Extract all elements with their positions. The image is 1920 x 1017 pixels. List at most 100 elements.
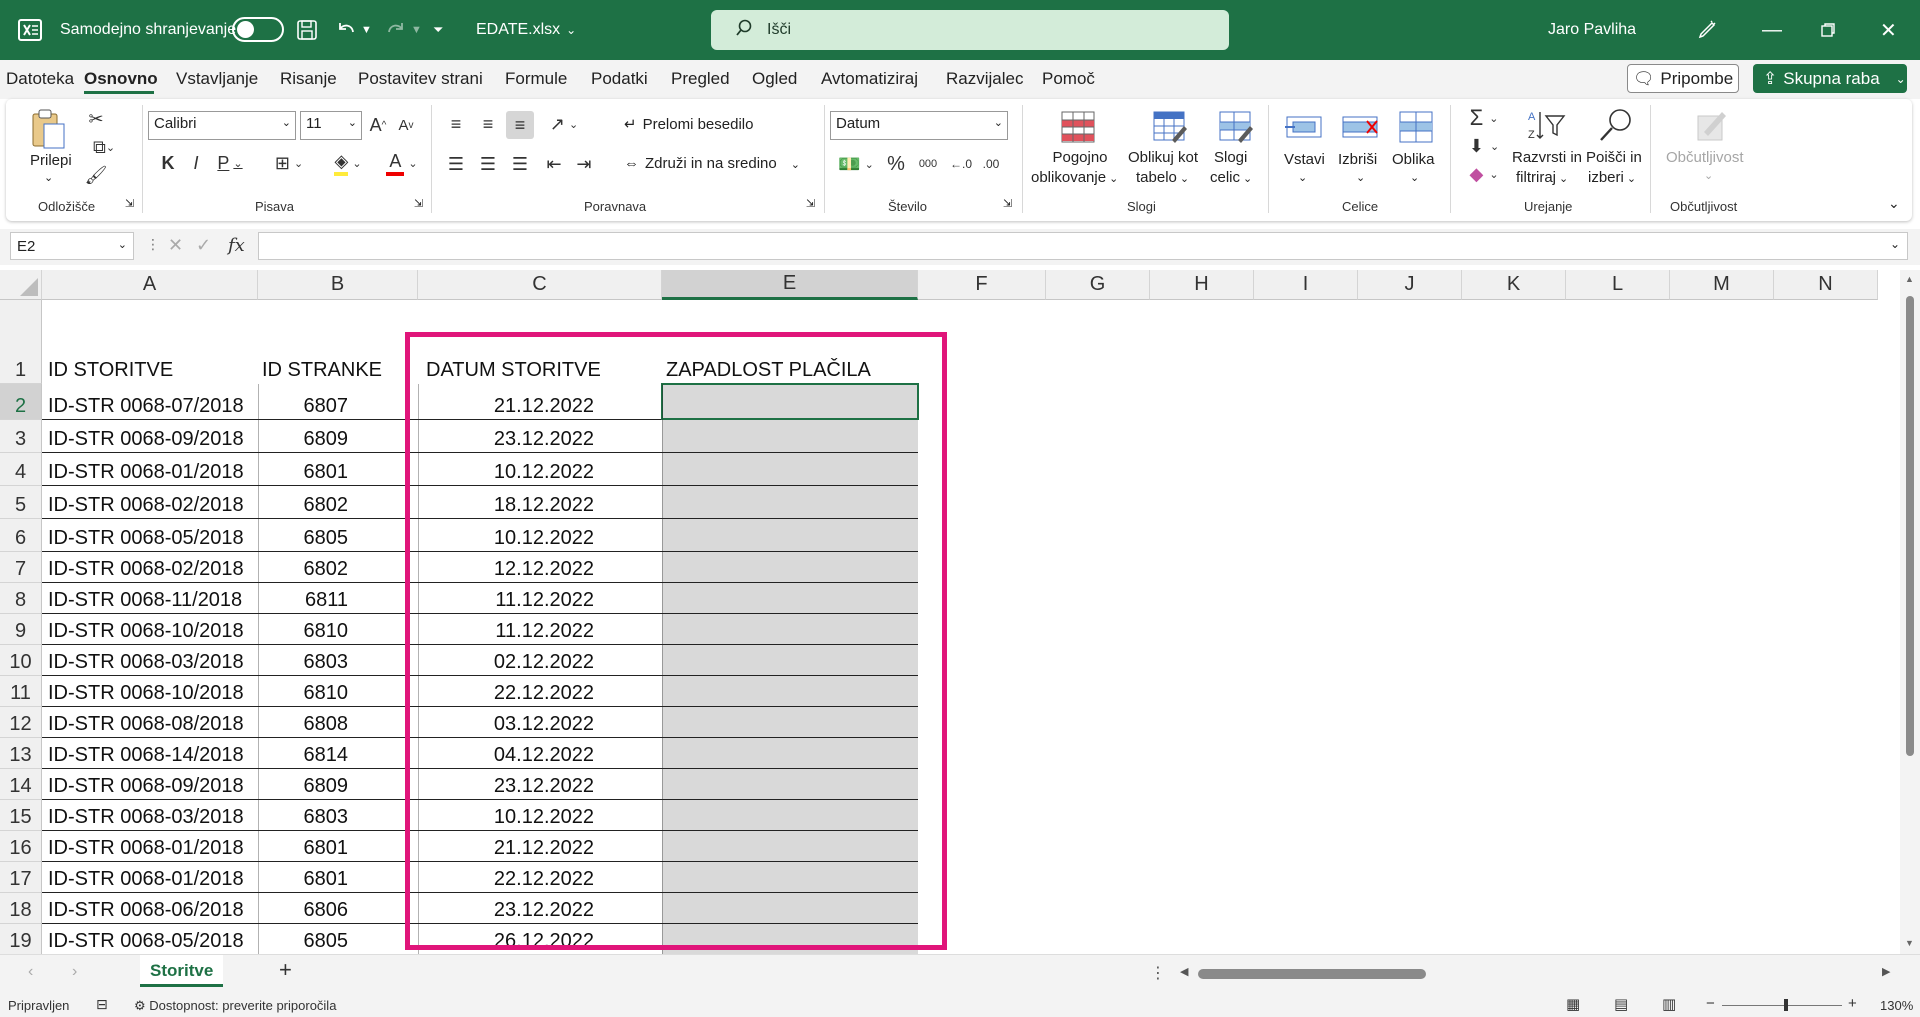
sort-line1[interactable]: Razvrsti in <box>1512 149 1582 166</box>
align-top-icon[interactable]: ≡ <box>444 111 468 137</box>
header-cell-c[interactable]: DATUM STORITVE <box>426 300 662 384</box>
page-break-view-icon[interactable]: ▥ <box>1662 995 1676 1013</box>
cell-zapadlost-placila[interactable] <box>662 453 918 485</box>
cell-id-storitve[interactable]: ID-STR 0068-05/2018 <box>48 519 244 552</box>
cell-zapadlost-placila[interactable] <box>662 676 918 706</box>
align-middle-icon[interactable]: ≡ <box>476 111 500 137</box>
row-header[interactable]: 17 <box>0 862 42 893</box>
designer-pen-icon[interactable] <box>1696 0 1718 60</box>
cell-id-stranke[interactable]: 6805 <box>258 519 349 552</box>
cell-datum-storitve[interactable]: 22.12.2022 <box>418 676 594 707</box>
column-header-l[interactable]: L <box>1566 270 1670 300</box>
zoom-slider-thumb[interactable] <box>1784 999 1788 1011</box>
borders-icon[interactable]: ⊞ ⌄ <box>268 149 310 177</box>
cell-id-stranke[interactable]: 6802 <box>258 486 349 519</box>
find-select-button[interactable]: izberi ⌄ <box>1588 169 1636 186</box>
align-left-icon[interactable]: ☰ <box>444 151 468 177</box>
sort-filter-button[interactable]: filtriraj ⌄ <box>1516 169 1568 186</box>
cell-zapadlost-placila[interactable] <box>662 924 918 954</box>
decrease-decimal-icon[interactable]: .00 <box>978 151 1004 177</box>
paste-label[interactable]: Prilepi <box>30 152 72 169</box>
sheet-tab-storitve[interactable]: Storitve <box>140 955 224 987</box>
cell-zapadlost-placila[interactable] <box>662 420 918 452</box>
cell-zapadlost-placila[interactable] <box>662 552 918 582</box>
cancel-icon[interactable]: ✕ <box>168 235 183 256</box>
column-header-c[interactable]: C <box>418 270 662 300</box>
conditional-formatting-icon[interactable] <box>1058 109 1098 145</box>
cell-id-storitve[interactable]: ID-STR 0068-01/2018 <box>48 831 244 862</box>
autosave-toggle[interactable] <box>232 17 284 42</box>
row-header[interactable]: 2 <box>0 384 42 420</box>
header-cell-e[interactable]: ZAPADLOST PLAČILA <box>666 300 918 384</box>
paste-icon[interactable] <box>28 107 68 151</box>
cell-datum-storitve[interactable]: 23.12.2022 <box>418 893 594 924</box>
zoom-in-icon[interactable]: + <box>1848 995 1857 1012</box>
row-header[interactable]: 4 <box>0 453 42 486</box>
user-name[interactable]: Jaro Pavliha <box>1548 0 1636 60</box>
scroll-right-icon[interactable]: ▶ <box>1882 965 1890 978</box>
vertical-scroll-thumb[interactable] <box>1906 296 1914 756</box>
cell-id-stranke[interactable]: 6803 <box>258 800 349 831</box>
tab-formule[interactable]: Formule <box>505 69 567 89</box>
cell-datum-storitve[interactable]: 26.12.2022 <box>418 924 594 954</box>
cell-datum-storitve[interactable]: 23.12.2022 <box>418 420 594 453</box>
copy-icon[interactable]: ⧉ ⌄ <box>84 135 124 159</box>
tab-datoteka[interactable]: Datoteka <box>6 69 74 89</box>
delete-label[interactable]: Izbriši <box>1338 151 1377 168</box>
tab-postavitev-strani[interactable]: Postavitev strani <box>358 69 483 89</box>
cell-id-stranke[interactable]: 6801 <box>258 831 349 862</box>
cell-zapadlost-placila[interactable] <box>662 800 918 830</box>
cond-format-line1[interactable]: Pogojno <box>1048 149 1112 166</box>
search-box[interactable]: Išči <box>711 10 1229 50</box>
row-header[interactable]: 18 <box>0 893 42 924</box>
previous-sheet-icon[interactable]: ‹ <box>28 963 33 981</box>
cell-id-stranke[interactable]: 6809 <box>258 420 349 453</box>
grow-font-icon[interactable]: A ^ <box>366 111 390 139</box>
normal-view-icon[interactable]: ▦ <box>1566 995 1580 1013</box>
customize-toolbar-icon[interactable]: ⏷ <box>433 0 443 60</box>
align-right-icon[interactable]: ☰ <box>508 151 532 177</box>
increase-indent-icon[interactable]: ⇥ <box>572 151 596 177</box>
header-cell-a[interactable]: ID STORITVE <box>48 300 258 384</box>
font-color-icon[interactable]: A ⌄ <box>378 149 426 177</box>
redo-icon[interactable]: ▼ <box>384 0 422 60</box>
cell-id-storitve[interactable]: ID-STR 0068-09/2018 <box>48 420 244 453</box>
find-line1[interactable]: Poišči in <box>1586 149 1642 166</box>
fill-color-icon[interactable]: ◈ ⌄ <box>324 149 372 177</box>
filename-menu[interactable]: EDATE.xlsx ⌄ <box>476 0 576 60</box>
cell-datum-storitve[interactable]: 03.12.2022 <box>418 707 594 738</box>
expand-formula-bar-icon[interactable]: ⌄ <box>1890 237 1900 251</box>
row-header[interactable]: 16 <box>0 831 42 862</box>
cell-zapadlost-placila[interactable] <box>662 583 918 613</box>
percent-button[interactable]: % <box>882 151 910 177</box>
column-header-a[interactable]: A <box>42 270 258 300</box>
cell-id-stranke[interactable]: 6802 <box>258 552 349 583</box>
zoom-out-icon[interactable]: − <box>1706 995 1715 1012</box>
next-sheet-icon[interactable]: › <box>72 963 77 981</box>
cell-zapadlost-placila[interactable] <box>662 738 918 768</box>
cell-id-storitve[interactable]: ID-STR 0068-14/2018 <box>48 738 244 769</box>
accessibility-status[interactable]: ⚙ Dostopnost: preverite priporočila <box>134 998 336 1014</box>
page-layout-view-icon[interactable]: ▤ <box>1614 995 1628 1013</box>
macro-record-icon[interactable]: ⊟ <box>96 996 108 1013</box>
align-bottom-icon[interactable]: ≡ <box>506 111 534 139</box>
cell-datum-storitve[interactable]: 02.12.2022 <box>418 645 594 676</box>
wrap-text-button[interactable]: ↵ Prelomi besedilo <box>624 115 753 133</box>
thousands-separator-button[interactable]: 000 <box>914 151 942 177</box>
column-header-i[interactable]: I <box>1254 270 1358 300</box>
font-size-dropdown[interactable]: 11 ⌄ <box>300 111 362 140</box>
row-header[interactable]: 19 <box>0 924 42 954</box>
cell-id-storitve[interactable]: ID-STR 0068-01/2018 <box>48 453 244 486</box>
sort-filter-icon[interactable]: AZ <box>1524 107 1568 143</box>
row-header[interactable]: 1 <box>0 300 42 384</box>
row-header[interactable]: 9 <box>0 614 42 645</box>
cell-id-storitve[interactable]: ID-STR 0068-05/2018 <box>48 924 244 954</box>
cell-id-stranke[interactable]: 6807 <box>258 384 349 420</box>
cell-datum-storitve[interactable]: 04.12.2022 <box>418 738 594 769</box>
cell-zapadlost-placila[interactable] <box>662 862 918 892</box>
tab-podatki[interactable]: Podatki <box>591 69 648 89</box>
row-header[interactable]: 12 <box>0 707 42 738</box>
underline-button[interactable]: P ⌄ <box>212 149 248 177</box>
column-header-n[interactable]: N <box>1774 270 1878 300</box>
column-header-g[interactable]: G <box>1046 270 1150 300</box>
